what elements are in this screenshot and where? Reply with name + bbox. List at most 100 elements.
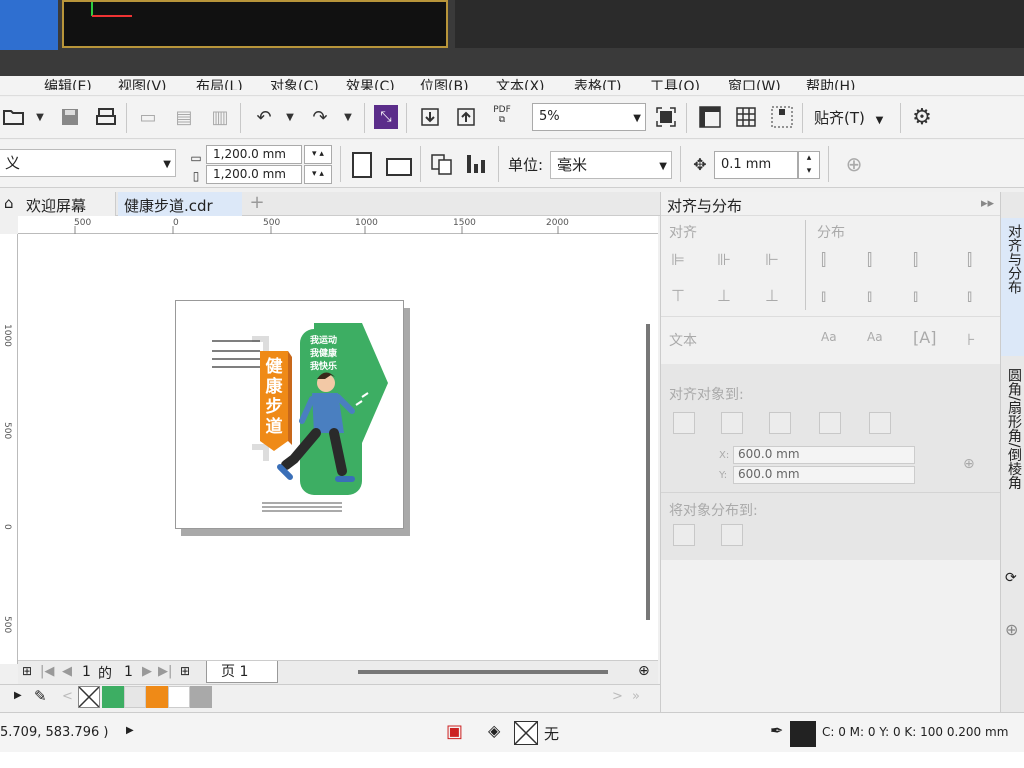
portrait-icon[interactable]	[352, 152, 372, 178]
import-icon[interactable]	[418, 105, 442, 129]
last-page-icon[interactable]: ▶|	[158, 664, 172, 679]
align-center-h-icon[interactable]: ⊪	[717, 250, 731, 269]
eyedropper-icon[interactable]: ✎	[34, 687, 47, 705]
distribute-center-icon[interactable]: ⫿	[867, 250, 872, 270]
next-page-icon[interactable]: ▶	[142, 664, 152, 679]
menu-object[interactable]: 对象(C)	[270, 76, 319, 90]
x-position-input[interactable]: 600.0 mm	[733, 446, 915, 464]
fill-icon[interactable]: ◈	[488, 721, 500, 740]
palette-menu-icon[interactable]: ▶	[14, 690, 22, 701]
copy-icon[interactable]: ▤	[172, 105, 196, 129]
menu-bitmap[interactable]: 位图(B)	[420, 76, 469, 90]
align-to-page-edge-icon[interactable]	[721, 412, 743, 434]
align-to-page-center-icon[interactable]	[769, 412, 791, 434]
page-size-dropdown[interactable]: 义 ▼	[0, 149, 176, 177]
swatch-white[interactable]	[168, 686, 190, 708]
distribute-bottom-icon[interactable]: ⫾	[913, 286, 918, 306]
redo-dropdown-icon[interactable]: ▼	[336, 105, 360, 129]
palette-scroll-left-icon[interactable]: <	[62, 689, 73, 704]
gear-icon[interactable]: ⚙	[910, 105, 934, 130]
menu-edit[interactable]: 编辑(E)	[44, 76, 92, 90]
swatch-light-gray[interactable]	[124, 686, 146, 708]
units-dropdown[interactable]: 毫米 ▼	[550, 151, 672, 179]
landscape-icon[interactable]	[386, 158, 412, 176]
docker-tab-align[interactable]: 对齐与分布	[1001, 218, 1024, 356]
y-position-input[interactable]: 600.0 mm	[733, 466, 915, 484]
menu-text[interactable]: 文本(X)	[496, 76, 545, 90]
align-center-v-icon[interactable]: ⊥	[717, 286, 731, 305]
align-to-point-icon[interactable]	[869, 412, 891, 434]
new-tab-button[interactable]: +	[246, 192, 268, 216]
add-point-icon[interactable]: ⊕	[963, 456, 975, 472]
tab-welcome[interactable]: ⌂ 欢迎屏幕	[0, 192, 116, 216]
horizontal-scrollbar[interactable]	[358, 670, 608, 674]
docker-tab-fillet[interactable]: 圆角/扇形角/倒棱角	[1001, 362, 1024, 542]
save-icon[interactable]	[58, 105, 82, 129]
align-to-grid-icon[interactable]	[819, 412, 841, 434]
add-page-after-icon[interactable]: ⊞	[180, 664, 190, 678]
text-first-baseline-icon[interactable]: Aa	[821, 330, 837, 344]
menu-table[interactable]: 表格(T)	[574, 76, 621, 90]
page-width-input[interactable]: 1,200.0 mm	[206, 145, 302, 164]
distribute-vspacing-icon[interactable]: ⫾	[967, 286, 972, 306]
drawing-canvas[interactable]: 我运动 我健康 我快乐 健康步道	[18, 234, 658, 660]
distribute-to-selection-icon[interactable]	[673, 524, 695, 546]
text-last-baseline-icon[interactable]: Aa	[867, 330, 883, 344]
add-icon[interactable]: ⊕	[842, 152, 866, 176]
snap-to-button[interactable]: 贴齐(T) ▼	[814, 107, 883, 128]
first-page-icon[interactable]: |◀	[40, 664, 54, 679]
menu-layout[interactable]: 布局(L)	[196, 76, 243, 90]
nudge-distance-input[interactable]: 0.1 mm	[714, 151, 798, 179]
palette-scroll-right-icon[interactable]: >	[612, 689, 623, 704]
swatch-gray[interactable]	[190, 686, 212, 708]
text-bounding-box-icon[interactable]: [A]	[913, 328, 936, 347]
width-spinner[interactable]: ▾ ▴	[304, 145, 332, 164]
undo-dropdown-icon[interactable]: ▼	[278, 105, 302, 129]
align-bottom-icon[interactable]: ⊥	[765, 286, 779, 305]
status-menu-icon[interactable]: ▶	[126, 725, 134, 736]
distribute-spacing-icon[interactable]: ⫿	[967, 250, 972, 270]
swatch-green[interactable]	[102, 686, 124, 708]
page-height-input[interactable]: 1,200.0 mm	[206, 165, 302, 184]
add-icon[interactable]: ⊕	[1005, 620, 1018, 639]
distribute-to-page-icon[interactable]	[721, 524, 743, 546]
full-screen-icon[interactable]	[654, 105, 678, 129]
swatch-none[interactable]	[78, 686, 100, 708]
swatch-orange[interactable]	[146, 686, 168, 708]
search-content-icon[interactable]: ⤡	[374, 105, 398, 129]
chevron-down-icon[interactable]: ▼	[28, 105, 52, 129]
grid-icon[interactable]	[734, 105, 758, 129]
pen-icon[interactable]: ✒	[770, 721, 783, 740]
current-page-icon[interactable]	[464, 152, 488, 176]
distribute-right-icon[interactable]: ⫿	[913, 250, 918, 270]
menu-window[interactable]: 窗口(W)	[728, 76, 781, 90]
distribute-top-icon[interactable]: ⫾	[821, 286, 826, 306]
menu-help[interactable]: 帮助(H)	[806, 76, 855, 90]
docker-collapse-icon[interactable]: ▸▸	[981, 196, 994, 211]
nudge-spinner[interactable]: ▴ ▾	[798, 151, 820, 179]
menu-view[interactable]: 视图(V)	[118, 76, 167, 90]
page-tab[interactable]: 页 1	[206, 661, 278, 683]
publish-pdf-icon[interactable]: PDF ⧉	[490, 103, 514, 127]
distribute-middle-icon[interactable]: ⫾	[867, 286, 872, 306]
text-outline-icon[interactable]: ⊦	[967, 330, 975, 349]
docker-add-icon[interactable]: ⟳	[1005, 570, 1017, 586]
align-top-icon[interactable]: ⊤	[671, 286, 685, 305]
menu-tools[interactable]: 工具(O)	[650, 76, 700, 90]
tab-document[interactable]: 健康步道.cdr	[118, 192, 242, 216]
distribute-left-icon[interactable]: ⫿	[821, 250, 826, 270]
undo-icon[interactable]: ↶	[252, 105, 276, 129]
menu-effects[interactable]: 效果(C)	[346, 76, 395, 90]
cut-icon[interactable]: ▭	[136, 105, 160, 129]
redo-icon[interactable]: ↷	[308, 105, 332, 129]
vertical-scrollbar[interactable]	[646, 324, 650, 620]
align-left-icon[interactable]: ⊫	[671, 250, 685, 269]
zoom-icon[interactable]: ⊕	[638, 663, 650, 679]
open-folder-icon[interactable]	[2, 105, 26, 129]
all-pages-icon[interactable]	[430, 152, 454, 176]
guidelines-icon[interactable]	[770, 105, 794, 129]
paste-icon[interactable]: ▥	[208, 105, 232, 129]
prev-page-icon[interactable]: ◀	[62, 664, 72, 679]
palette-expand-icon[interactable]: »	[632, 689, 640, 704]
rulers-icon[interactable]	[698, 105, 722, 129]
